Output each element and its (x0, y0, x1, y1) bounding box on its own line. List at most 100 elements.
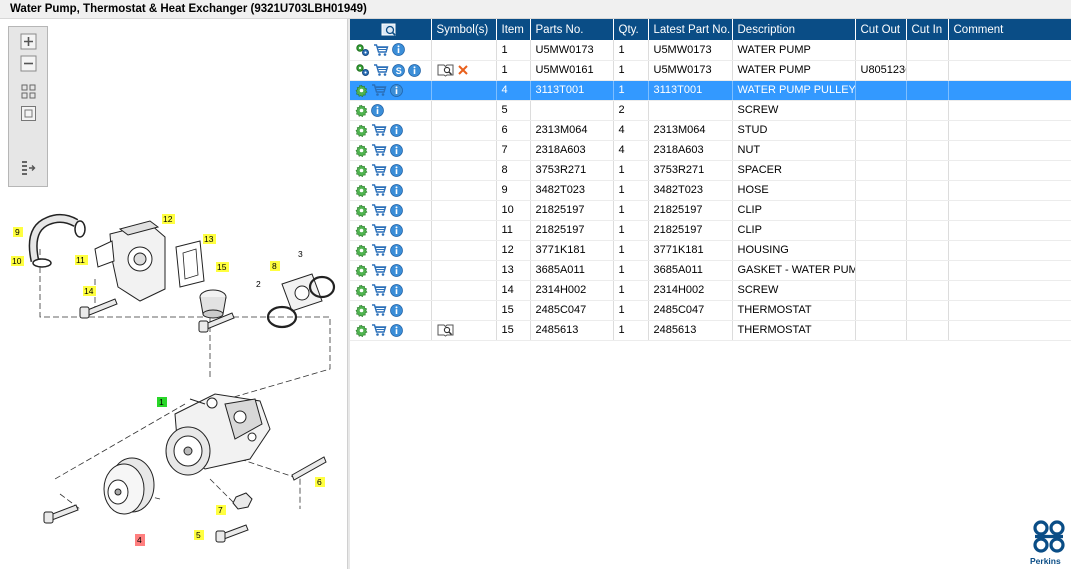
table-row[interactable]: 15 2485C047 1 2485C047 THERMOSTAT (350, 300, 1071, 321)
column-header-symbols[interactable]: Symbol(s) (431, 19, 497, 40)
cross-icon[interactable] (457, 64, 469, 76)
callout-10[interactable]: 10 (11, 256, 24, 266)
gasket-part[interactable] (175, 240, 205, 288)
callout-1[interactable]: 1 (157, 397, 167, 407)
gears-icon[interactable] (355, 43, 370, 57)
cart-icon[interactable] (371, 83, 387, 97)
clip-part[interactable] (74, 220, 86, 238)
info-icon[interactable] (390, 303, 403, 317)
cart-icon[interactable] (371, 243, 387, 257)
zoom-in-button[interactable] (18, 32, 38, 50)
column-header-actions[interactable] (350, 19, 432, 40)
table-row[interactable]: 14 2314H002 1 2314H002 SCREW (350, 280, 1071, 301)
table-row[interactable]: 10 21825197 1 21825197 CLIP (350, 200, 1071, 221)
gear-icon[interactable] (355, 264, 368, 277)
clip-part[interactable] (32, 258, 52, 268)
callout-4[interactable]: 4 (135, 534, 145, 546)
info-icon[interactable] (390, 223, 403, 237)
table-row[interactable]: 11 21825197 1 21825197 CLIP (350, 220, 1071, 241)
column-header-cut-out[interactable]: Cut Out (855, 19, 907, 40)
table-row[interactable]: 9 3482T023 1 3482T023 HOSE (350, 180, 1071, 201)
info-icon[interactable] (390, 123, 403, 137)
info-icon[interactable] (390, 203, 403, 217)
gear-icon[interactable] (355, 164, 368, 177)
show-list-button[interactable] (18, 158, 38, 176)
cart-icon[interactable] (371, 323, 387, 337)
column-header-qty[interactable]: Qty. (613, 19, 649, 40)
column-header-cut-in[interactable]: Cut In (906, 19, 949, 40)
info-icon[interactable] (390, 323, 403, 337)
catalog-icon[interactable] (437, 63, 454, 77)
table-row[interactable]: 1 U5MW0173 1 U5MW0173 WATER PUMP (350, 40, 1071, 61)
info-icon[interactable] (390, 143, 403, 157)
diagram-pane[interactable]: 9 10 11 12 13 15 14 8 2 3 1 6 7 5 4 (0, 19, 347, 569)
gear-icon[interactable] (355, 324, 368, 337)
gear-icon[interactable] (355, 284, 368, 297)
gear-icon[interactable] (355, 204, 368, 217)
gears-icon[interactable] (355, 63, 370, 77)
cart-icon[interactable] (371, 283, 387, 297)
callout-12[interactable]: 12 (162, 214, 175, 224)
cart-icon[interactable] (371, 223, 387, 237)
table-row[interactable]: 4 3113T001 1 3113T001 WATER PUMP PULLEY (350, 80, 1071, 101)
callout-6[interactable]: 6 (315, 477, 325, 487)
catalog-icon[interactable] (437, 323, 454, 337)
s-icon[interactable]: S (392, 63, 405, 77)
callout-11[interactable]: 11 (75, 255, 88, 265)
gear-icon[interactable] (355, 124, 368, 137)
housing-part[interactable] (94, 220, 166, 302)
cart-icon[interactable] (371, 123, 387, 137)
table-row[interactable]: 5 2 SCREW (350, 100, 1071, 121)
gear-icon[interactable] (355, 224, 368, 237)
cart-icon[interactable] (371, 163, 387, 177)
fit-page-button[interactable] (18, 104, 38, 122)
callout-3[interactable]: 3 (298, 249, 303, 259)
table-row[interactable]: 6 2313M064 4 2313M064 STUD (350, 120, 1071, 141)
cart-icon[interactable] (373, 43, 389, 57)
info-icon[interactable] (390, 163, 403, 177)
info-icon[interactable] (390, 183, 403, 197)
search-catalog-icon[interactable] (381, 23, 397, 37)
callout-5[interactable]: 5 (194, 530, 204, 540)
water-pump-pulley-part[interactable] (103, 457, 155, 515)
info-icon[interactable] (390, 243, 403, 257)
nut-part[interactable] (232, 492, 253, 510)
cart-icon[interactable] (371, 183, 387, 197)
callout-15[interactable]: 15 (216, 262, 229, 272)
gear-icon[interactable] (355, 144, 368, 157)
gear-icon[interactable] (355, 184, 368, 197)
callout-9[interactable]: 9 (13, 227, 23, 237)
info-icon[interactable] (371, 103, 384, 117)
column-header-part-no[interactable]: Parts No. (530, 19, 614, 40)
callout-2[interactable]: 2 (256, 279, 261, 289)
cart-icon[interactable] (371, 303, 387, 317)
info-icon[interactable] (390, 283, 403, 297)
thermostat-part[interactable] (199, 289, 227, 319)
callout-8[interactable]: 8 (270, 261, 280, 271)
table-row[interactable]: 13 3685A011 1 3685A011 GASKET - WATER PUMP (350, 260, 1071, 281)
cart-icon[interactable] (371, 203, 387, 217)
info-icon[interactable] (390, 83, 403, 97)
info-icon[interactable] (408, 63, 421, 77)
callout-7[interactable]: 7 (216, 505, 226, 515)
fit-all-button[interactable] (18, 82, 38, 100)
cart-icon[interactable] (373, 63, 389, 77)
column-header-description[interactable]: Description (732, 19, 856, 40)
callout-13[interactable]: 13 (203, 234, 216, 244)
table-row[interactable]: 12 3771K181 1 3771K181 HOUSING (350, 240, 1071, 261)
gear-icon[interactable] (355, 84, 368, 97)
table-row[interactable]: 15 2485613 1 2485613 THERMOSTAT (350, 320, 1071, 341)
gear-icon[interactable] (355, 104, 368, 117)
table-row[interactable]: 8 3753R271 1 3753R271 SPACER (350, 160, 1071, 181)
zoom-out-button[interactable] (18, 54, 38, 72)
gear-icon[interactable] (355, 304, 368, 317)
table-row[interactable]: S1U5MW01611U5MW0173WATER PUMPU805123C (350, 60, 1071, 81)
info-icon[interactable] (392, 43, 405, 57)
callout-14[interactable]: 14 (83, 286, 96, 296)
column-header-comment[interactable]: Comment (948, 19, 1071, 40)
exploded-parts-diagram[interactable]: 9 10 11 12 13 15 14 8 2 3 1 6 7 5 4 (0, 189, 345, 569)
column-header-item[interactable]: Item (496, 19, 531, 40)
cart-icon[interactable] (371, 143, 387, 157)
info-icon[interactable] (390, 263, 403, 277)
cart-icon[interactable] (371, 263, 387, 277)
